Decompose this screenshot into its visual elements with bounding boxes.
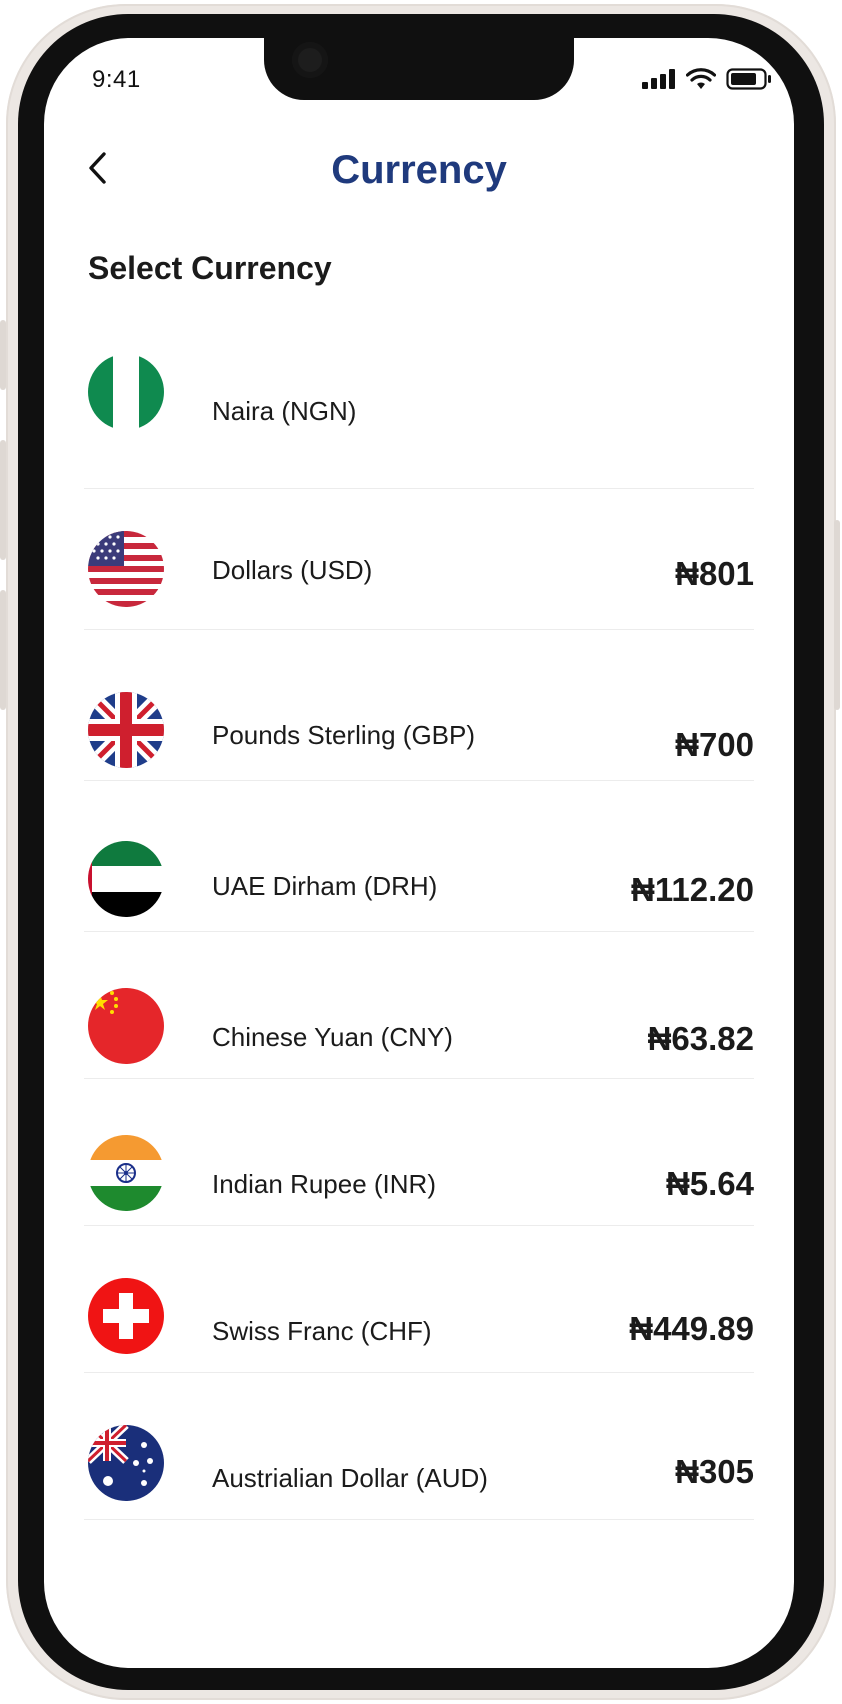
screen: 9:41 Currency Select Currency Naira (NGN… [44, 38, 794, 1668]
uae-flag-icon [88, 841, 164, 917]
currency-list: Naira (NGN) Dollars (USD) ₦801 Pounds St… [84, 354, 754, 1520]
currency-row-cny[interactable]: Chinese Yuan (CNY) ₦63.82 [84, 932, 754, 1079]
currency-row-chf[interactable]: Swiss Franc (CHF) ₦449.89 [84, 1226, 754, 1373]
currency-rate: ₦63.82 [647, 1020, 754, 1057]
cellular-signal-icon [642, 69, 675, 89]
currency-rate: ₦449.89 [629, 1310, 754, 1347]
nigeria-flag-icon [88, 354, 164, 430]
uk-flag-icon [88, 692, 164, 768]
china-flag-icon [88, 988, 164, 1064]
currency-name: Chinese Yuan (CNY) [212, 1022, 453, 1052]
currency-name: UAE Dirham (DRH) [212, 871, 438, 901]
india-flag-icon [88, 1135, 164, 1211]
status-time: 9:41 [92, 66, 141, 93]
currency-rate: ₦112.20 [631, 871, 754, 908]
currency-name: Austrialian Dollar (AUD) [212, 1463, 488, 1493]
volume-up-button [0, 440, 6, 560]
currency-row-usd[interactable]: Dollars (USD) ₦801 [84, 489, 754, 630]
front-camera [292, 42, 328, 78]
currency-rate: ₦700 [675, 726, 754, 763]
currency-row-drh[interactable]: UAE Dirham (DRH) ₦112.20 [84, 781, 754, 932]
battery-icon [726, 68, 771, 90]
mute-switch [0, 320, 6, 390]
australia-flag-icon [88, 1425, 164, 1501]
power-button [834, 520, 840, 710]
page-title: Currency [331, 148, 507, 192]
status-icons [642, 68, 772, 90]
currency-row-ngn[interactable]: Naira (NGN) [84, 354, 754, 489]
notch [264, 38, 574, 100]
currency-rate: ₦5.64 [665, 1165, 754, 1202]
switzerland-flag-icon [88, 1278, 164, 1354]
currency-name: Pounds Sterling (GBP) [212, 720, 476, 750]
currency-name: Dollars (USD) [212, 555, 373, 585]
currency-name: Indian Rupee (INR) [212, 1169, 436, 1199]
currency-rate: ₦305 [675, 1453, 754, 1490]
currency-name: Naira (NGN) [212, 396, 357, 426]
currency-rate: ₦801 [675, 555, 754, 592]
volume-down-button [0, 590, 6, 710]
currency-row-gbp[interactable]: Pounds Sterling (GBP) ₦700 [84, 630, 754, 781]
currency-name: Swiss Franc (CHF) [212, 1316, 432, 1346]
usa-flag-icon [88, 531, 164, 607]
currency-row-inr[interactable]: Indian Rupee (INR) ₦5.64 [84, 1079, 754, 1226]
currency-row-aud[interactable]: Austrialian Dollar (AUD) ₦305 [84, 1373, 754, 1520]
section-title: Select Currency [88, 250, 332, 286]
wifi-icon [686, 68, 716, 89]
